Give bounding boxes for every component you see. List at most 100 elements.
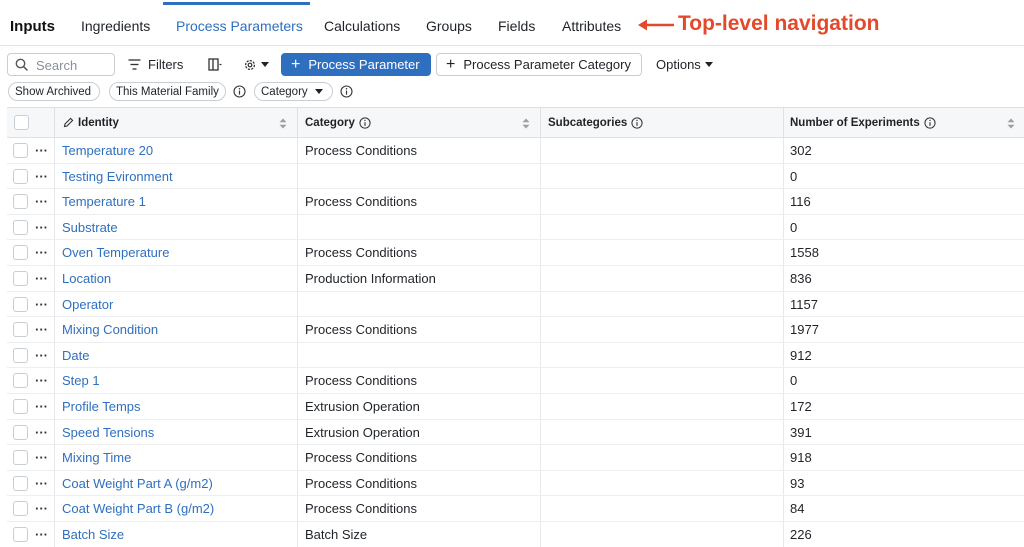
row-checkbox[interactable] <box>13 445 28 470</box>
identity-link[interactable]: Location <box>62 266 111 291</box>
table-row[interactable]: ··· Substrate 0 <box>7 215 1024 241</box>
row-more-actions-icon[interactable]: ··· <box>35 138 48 163</box>
select-all-checkbox[interactable] <box>14 108 29 137</box>
row-more-actions-icon[interactable]: ··· <box>35 471 48 496</box>
table-row[interactable]: ··· Temperature 20 Process Conditions 302 <box>7 138 1024 164</box>
filters-button[interactable]: Filters <box>128 53 183 76</box>
row-checkbox[interactable] <box>13 189 28 214</box>
table-row[interactable]: ··· Location Production Information 836 <box>7 266 1024 292</box>
identity-link[interactable]: Temperature 1 <box>62 189 146 214</box>
row-checkbox[interactable] <box>13 343 28 368</box>
row-checkbox[interactable] <box>13 215 28 240</box>
row-more-actions-icon[interactable]: ··· <box>35 394 48 419</box>
identity-link[interactable]: Mixing Condition <box>62 317 158 342</box>
add-category-button[interactable]: + Process Parameter Category <box>436 53 642 76</box>
material-family-chip[interactable]: This Material Family <box>109 82 226 101</box>
search-box[interactable] <box>7 53 115 76</box>
identity-link[interactable]: Operator <box>62 292 113 317</box>
row-more-actions-icon[interactable]: ··· <box>35 240 48 265</box>
row-checkbox[interactable] <box>13 292 28 317</box>
table-row[interactable]: ··· Temperature 1 Process Conditions 116 <box>7 189 1024 215</box>
identity-link[interactable]: Coat Weight Part A (g/m2) <box>62 471 213 496</box>
category-cell: Process Conditions <box>305 475 417 491</box>
identity-link[interactable]: Temperature 20 <box>62 138 153 163</box>
row-more-actions-icon[interactable]: ··· <box>35 420 48 445</box>
table-row[interactable]: ··· Coat Weight Part B (g/m2) Process Cond… <box>7 496 1024 522</box>
table-row[interactable]: ··· Testing Evironment 0 <box>7 164 1024 190</box>
sort-icon[interactable] <box>279 118 287 129</box>
table-row[interactable]: ··· Oven Temperature Process Conditions 155… <box>7 240 1024 266</box>
tab-attributes[interactable]: Attributes <box>562 18 621 34</box>
table-row[interactable]: ··· Mixing Time Process Conditions 918 <box>7 445 1024 471</box>
row-more-actions-icon[interactable]: ··· <box>35 189 48 214</box>
info-icon[interactable] <box>340 85 353 98</box>
row-more-actions-icon[interactable]: ··· <box>35 522 48 547</box>
identity-link[interactable]: Step 1 <box>62 368 100 393</box>
identity-link[interactable]: Date <box>62 343 89 368</box>
table-row[interactable]: ··· Speed Tensions Extrusion Operation 391 <box>7 420 1024 446</box>
row-checkbox[interactable] <box>13 496 28 521</box>
row-more-actions-icon[interactable]: ··· <box>35 266 48 291</box>
row-more-actions-icon[interactable]: ··· <box>35 368 48 393</box>
row-more-actions-icon[interactable]: ··· <box>35 164 48 189</box>
options-button[interactable]: Options <box>656 53 713 76</box>
add-process-parameter-button[interactable]: + Process Parameter <box>281 53 431 76</box>
experiments-cell: 0 <box>790 373 798 389</box>
row-more-actions-icon[interactable]: ··· <box>35 317 48 342</box>
column-header-category[interactable]: Category <box>305 108 371 137</box>
row-checkbox[interactable] <box>13 471 28 496</box>
row-checkbox[interactable] <box>13 240 28 265</box>
info-icon[interactable] <box>924 116 936 129</box>
search-input[interactable] <box>36 57 112 73</box>
row-more-actions-icon[interactable]: ··· <box>35 445 48 470</box>
table-row[interactable]: ··· Profile Temps Extrusion Operation 172 <box>7 394 1024 420</box>
tab-fields[interactable]: Fields <box>498 18 535 34</box>
info-icon[interactable] <box>233 85 246 98</box>
category-filter-label: Category <box>261 85 308 98</box>
identity-link[interactable]: Profile Temps <box>62 394 141 419</box>
identity-link[interactable]: Substrate <box>62 215 118 240</box>
sort-icon[interactable] <box>1007 118 1015 129</box>
column-header-subcategories[interactable]: Subcategories <box>548 108 643 137</box>
show-archived-chip[interactable]: Show Archived <box>8 82 100 101</box>
row-checkbox[interactable] <box>13 394 28 419</box>
column-header-experiments[interactable]: Number of Experiments <box>790 108 936 137</box>
identity-link[interactable]: Speed Tensions <box>62 420 154 445</box>
category-cell: Extrusion Operation <box>305 399 420 414</box>
category-filter-chip[interactable]: Category <box>254 82 333 101</box>
row-checkbox[interactable] <box>13 164 28 189</box>
settings-button[interactable] <box>243 53 269 76</box>
identity-link[interactable]: Oven Temperature <box>62 240 169 265</box>
columns-button[interactable] <box>208 53 222 76</box>
chevron-down-icon <box>314 89 323 94</box>
identity-link[interactable]: Coat Weight Part B (g/m2) <box>62 496 214 521</box>
row-checkbox[interactable] <box>13 522 28 547</box>
row-checkbox[interactable] <box>13 266 28 291</box>
tab-ingredients[interactable]: Ingredients <box>81 18 150 34</box>
material-family-label: This Material Family <box>116 85 219 98</box>
row-checkbox[interactable] <box>13 368 28 393</box>
row-checkbox[interactable] <box>13 317 28 342</box>
identity-link[interactable]: Mixing Time <box>62 445 131 470</box>
row-more-actions-icon[interactable]: ··· <box>35 215 48 240</box>
table-row[interactable]: ··· Coat Weight Part A (g/m2) Process Cond… <box>7 471 1024 497</box>
info-icon[interactable] <box>631 116 643 129</box>
tab-calculations[interactable]: Calculations <box>324 18 400 34</box>
row-checkbox[interactable] <box>13 420 28 445</box>
identity-link[interactable]: Testing Evironment <box>62 164 173 189</box>
table-row[interactable]: ··· Operator 1157 <box>7 292 1024 318</box>
table-row[interactable]: ··· Batch Size Batch Size 226 <box>7 522 1024 547</box>
row-more-actions-icon[interactable]: ··· <box>35 292 48 317</box>
sort-icon[interactable] <box>522 118 530 129</box>
tab-groups[interactable]: Groups <box>426 18 472 34</box>
column-header-identity[interactable]: Identity <box>63 108 119 137</box>
info-icon[interactable] <box>359 116 371 129</box>
table-row[interactable]: ··· Step 1 Process Conditions 0 <box>7 368 1024 394</box>
table-row[interactable]: ··· Date 912 <box>7 343 1024 369</box>
row-more-actions-icon[interactable]: ··· <box>35 343 48 368</box>
table-row[interactable]: ··· Mixing Condition Process Conditions 197… <box>7 317 1024 343</box>
row-checkbox[interactable] <box>13 138 28 163</box>
row-more-actions-icon[interactable]: ··· <box>35 496 48 521</box>
tab-process-parameters[interactable]: Process Parameters <box>176 18 303 34</box>
identity-link[interactable]: Batch Size <box>62 522 124 547</box>
